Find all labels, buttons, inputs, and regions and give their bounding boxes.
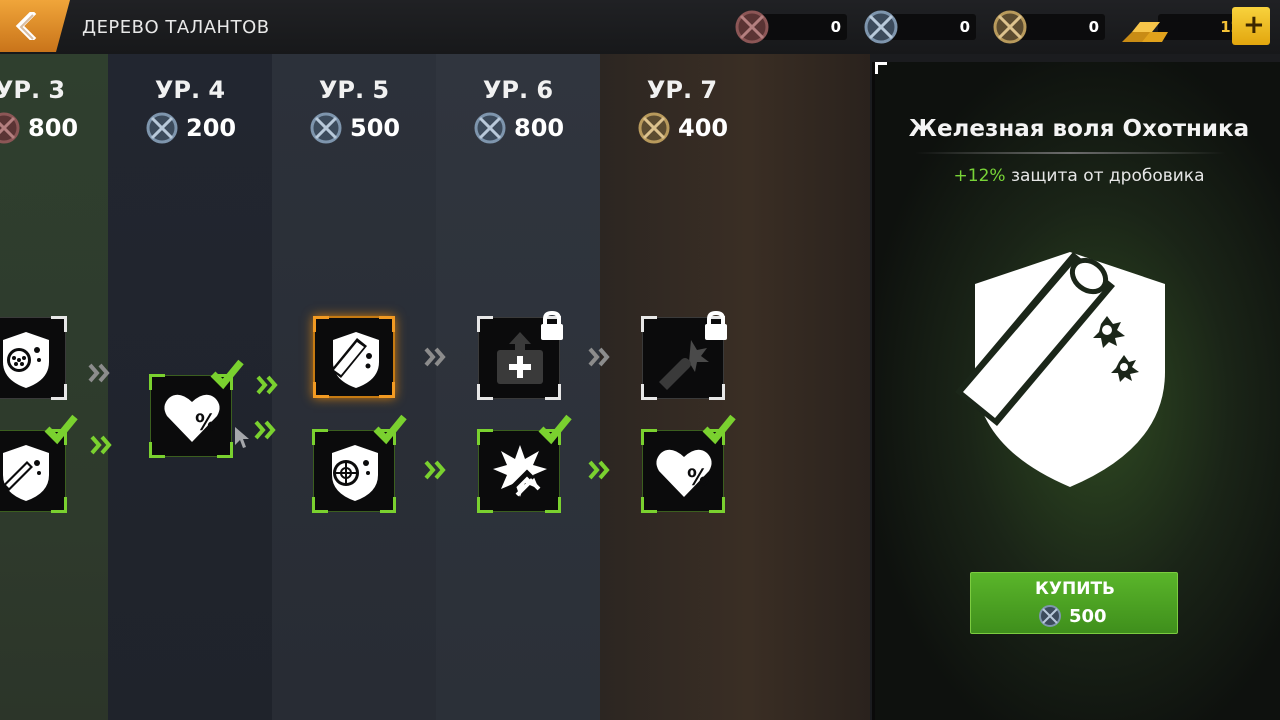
bonus-value: +12%: [953, 166, 1006, 186]
level-label: УР. 7: [646, 76, 718, 104]
green-arrow-icon: [424, 460, 446, 480]
talent-node-l6-top[interactable]: [477, 310, 563, 400]
red-medal-icon: [0, 112, 20, 144]
currency-value: 0: [830, 18, 841, 36]
checkmark-icon: [702, 414, 736, 445]
talent-detail-panel: Железная воля Охотника +12% защита от др…: [872, 62, 1280, 720]
talent-node-l5-top[interactable]: [313, 316, 395, 398]
currency-value: 0: [1088, 18, 1099, 36]
mouse-cursor-icon: [235, 427, 249, 448]
gold-bars-icon: [1122, 22, 1168, 42]
page-title: ДЕРЕВО ТАЛАНТОВ: [82, 17, 270, 38]
talent-tree: УР. 3 800 УР. 4 200 УР. 5 500 УР. 6 800 …: [0, 54, 870, 720]
blue-medal-icon: [1039, 605, 1061, 627]
top-bar: ДЕРЕВО ТАЛАНТОВ 0 0 0 1295 +: [0, 0, 1280, 54]
cost-value: 200: [186, 114, 237, 142]
talent-node-l6-bottom[interactable]: [477, 414, 572, 513]
talent-node-l7-bottom[interactable]: %: [641, 414, 736, 513]
talent-title: Железная воля Охотника: [908, 116, 1250, 142]
gray-arrow-icon: [88, 363, 110, 383]
green-arrow-icon: [588, 460, 610, 480]
panel-corner: [875, 62, 887, 74]
buy-price: 500: [1069, 606, 1107, 627]
level-label: УР. 5: [318, 76, 390, 104]
buy-label: КУПИТЬ: [1034, 579, 1115, 599]
blue-medal-icon: [146, 112, 178, 144]
blue-medal-icon: [864, 10, 898, 44]
shell-shield-icon: [331, 332, 379, 388]
gold-medal-icon: [993, 10, 1027, 44]
talent-node-l7-top[interactable]: [641, 310, 727, 400]
checkmark-icon: [373, 414, 407, 445]
talent-node-l3-top[interactable]: [0, 316, 67, 400]
ammo-shield-icon: [3, 445, 49, 501]
svg-text:%: %: [687, 466, 709, 491]
heart-percent-icon: %: [656, 449, 712, 497]
level-label: УР. 6: [482, 76, 554, 104]
explosion-upgrade-icon: [493, 445, 547, 497]
cost-value: 800: [28, 114, 79, 142]
svg-text:%: %: [195, 411, 217, 436]
talent-node-l5-bottom[interactable]: [312, 414, 407, 513]
talent-node-l4-middle[interactable]: %: [149, 359, 244, 458]
cost-value: 400: [678, 114, 729, 142]
level-label: УР. 4: [154, 76, 226, 104]
checkmark-icon: [538, 414, 572, 445]
back-button[interactable]: [0, 0, 70, 52]
talent-node-l3-bottom[interactable]: [0, 414, 78, 513]
shell-shield-icon: [955, 252, 1165, 487]
buy-button[interactable]: КУПИТЬ 500: [970, 572, 1178, 634]
heart-percent-icon: %: [164, 394, 220, 442]
crosshair-shield-icon: [332, 445, 378, 501]
cost-value: 800: [514, 114, 565, 142]
green-arrow-icon: [254, 420, 276, 440]
blue-medal-icon: [474, 112, 506, 144]
green-arrow-icon: [256, 375, 278, 395]
bonus-text: защита от дробовика: [1005, 166, 1205, 186]
red-medal-icon: [735, 10, 769, 44]
currency-value: 0: [959, 18, 970, 36]
lock-icon: [541, 310, 563, 340]
checkmark-icon: [44, 414, 78, 445]
gray-arrow-icon: [424, 347, 446, 367]
chevron-left-icon: [15, 12, 37, 40]
plus-icon: +: [1243, 10, 1265, 40]
green-arrow-icon: [90, 435, 112, 455]
blue-medal-icon: [310, 112, 342, 144]
gold-medal-icon: [638, 112, 670, 144]
checkmark-icon: [210, 359, 244, 390]
talent-description: +12% защита от дробовика: [875, 166, 1280, 186]
divider: [915, 152, 1225, 154]
add-gold-button[interactable]: +: [1232, 7, 1270, 45]
lock-icon: [705, 310, 727, 340]
level-label: УР. 3: [0, 76, 66, 104]
cost-value: 500: [350, 114, 401, 142]
cylinder-shield-icon: [3, 332, 49, 388]
gray-arrow-icon: [588, 347, 610, 367]
